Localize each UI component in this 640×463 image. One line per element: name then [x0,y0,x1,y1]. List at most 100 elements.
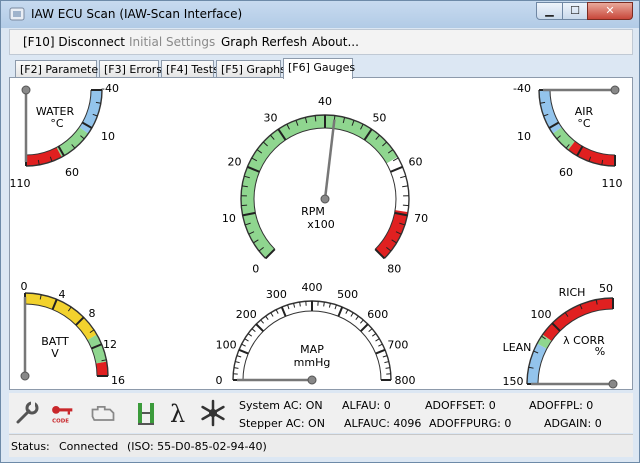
tab-errors[interactable]: [F3] Errors [99,60,162,78]
alfauc-readout: ALFAUC: 4096 [344,417,422,430]
lambda-icon[interactable]: λ [165,399,193,427]
map-tick-38 [385,367,391,369]
status-value: Connected [59,440,119,453]
map-tick-17 [293,303,296,308]
map-tick-26 [345,309,349,314]
lambda-label1: RICH [559,286,586,299]
lambda-tick-label-0: 50 [599,282,613,295]
map-tick-27 [350,312,354,317]
gauge-panel: 0 10 20 30 40 50 60 70 80 RPM x100 0 100 200 300 400 500… [9,77,633,390]
rpm-label2: x100 [307,218,335,231]
tab-tests[interactable]: [F4] Tests [161,60,219,78]
engine-icon[interactable] [89,399,117,427]
water-tick-label-3: 110 [10,177,31,190]
rpm-tick-label-3: 30 [264,112,278,125]
map-tick-12 [265,315,269,321]
map-tick-6 [241,343,246,347]
batt-band-2 [95,361,108,377]
air-tick-label-1: 10 [517,130,531,143]
water-tick-label-0: -40 [101,82,119,95]
adoffpl-readout: ADOFFPL: 0 [529,399,594,412]
map-tick-30 [360,323,369,332]
system-ac-readout: System AC: ON [239,399,323,412]
title-bar[interactable]: IAW ECU Scan (IAW-Scan Interface) ▁ ☐ ✕ [1,1,639,28]
window-title: IAW ECU Scan (IAW-Scan Interface) [31,7,243,21]
rpm-tick-label-0: 0 [252,262,259,275]
map-tick-label-5: 500 [337,288,358,301]
minimize-button[interactable]: ▁ [536,2,563,20]
wrench-icon[interactable] [13,399,41,427]
status-label: Status: [11,440,50,453]
batt-tick-label-2: 8 [89,307,96,320]
rpm-needle-hub [320,194,330,204]
batt-label2: V [51,347,59,360]
menu-initial-settings[interactable]: Initial Settings [129,35,215,49]
key-code-icon[interactable]: CODE [49,399,77,427]
map-tick-33 [375,338,380,342]
lambda-label4: % [595,345,605,358]
map-tick-label-4: 400 [302,281,323,294]
toolbar-panel: CODE λ System AC: ON Stepper AC: ON ALFA… [9,393,633,433]
air-band-1 [552,127,576,150]
air-label2: °C [577,117,591,130]
water-tick-label-2: 60 [65,166,79,179]
menu-about[interactable]: About... [312,35,359,49]
map-tick-7 [244,338,249,342]
adoffpurg-readout: ADOFFPURG: 0 [429,417,512,430]
map-tick-11 [260,319,264,324]
map-tick-32 [371,333,377,337]
injector-icon[interactable] [132,399,160,427]
map-tick-3 [235,361,240,364]
map-tick-18 [299,301,301,307]
map-tick-23 [328,303,331,308]
tab-parameters[interactable]: [F2] Parameters [15,60,108,78]
maximize-button[interactable]: ☐ [562,2,588,20]
menu-graph-refresh[interactable]: Graph Rerfesh [221,35,307,49]
menu-disconnect[interactable]: [F10] Disconnect [23,35,125,49]
air-tick-label-0: -40 [513,82,531,95]
lambda-band-1 [537,334,552,349]
map-tick-5 [238,348,249,355]
rpm-tick-19 [314,115,317,122]
status-iso: (ISO: 55-D0-85-02-94-40) [127,440,267,453]
map-needle-hub [307,375,317,385]
map-tick-label-3: 300 [266,288,287,301]
lambda-label2: LEAN [503,341,532,354]
rpm-tick-label-4: 40 [318,95,332,108]
map-tick-28 [355,315,359,321]
map-label2: mmHg [294,356,331,369]
map-tick-36 [382,355,388,358]
map-tick-29 [360,319,364,324]
adoffset-readout: ADOFFSET: 0 [425,399,496,412]
water-label2: °C [50,117,64,130]
map-tick-9 [251,328,256,332]
map-tick-13 [270,312,274,317]
tab-graphs[interactable]: [F5] Graphs [216,60,286,78]
lambda-symbol: λ [170,400,185,427]
lambda-tick-label-2: 150 [503,375,524,388]
tab-gauges[interactable]: [F6] Gauges [283,58,355,79]
map-tick-8 [247,333,253,337]
app-window: IAW ECU Scan (IAW-Scan Interface) ▁ ☐ ✕ … [0,0,640,463]
lambda-band-0 [542,298,614,342]
batt-tick-label-4: 16 [111,374,125,387]
rpm-outer-arc [240,114,410,259]
batt-tick-label-3: 12 [103,338,117,351]
map-tick-16 [287,304,290,310]
water-needle-hub [21,85,31,95]
close-button[interactable]: ✕ [587,2,633,20]
map-tick-34 [378,343,383,347]
air-tick-label-3: 110 [602,177,623,190]
rpm-tick-label-8: 80 [387,262,401,275]
rpm-label1: RPM [301,205,325,218]
map-tick-10 [255,323,264,332]
snowflake-icon[interactable] [199,399,227,427]
alfau-readout: ALFAU: 0 [342,399,391,412]
lambda-tick-label-1: 100 [531,308,552,321]
map-tick-37 [384,361,389,364]
lambda-needle-hub [608,379,618,389]
rpm-tick-label-1: 10 [222,212,236,225]
rpm-band-1 [241,115,398,200]
status-bar: Status: Connected (ISO: 55-D0-85-02-94-4… [9,434,633,457]
map-tick-31 [368,328,373,332]
